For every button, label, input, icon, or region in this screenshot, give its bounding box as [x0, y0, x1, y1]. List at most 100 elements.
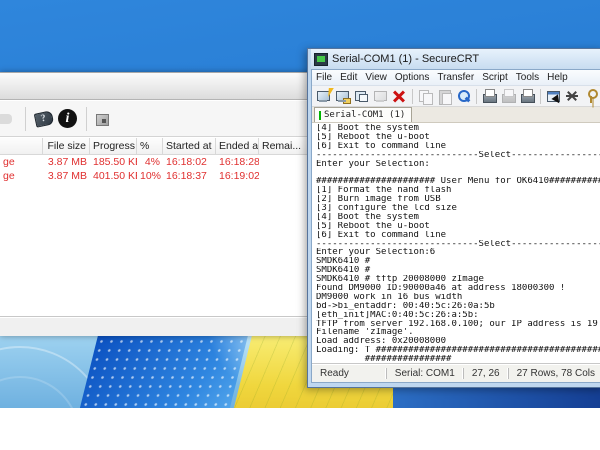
terminal-line: TFTP from server 192.168.0.100; our IP a… [316, 320, 600, 329]
terminal-line: [6] Exit to command line [316, 142, 600, 151]
terminal-line: [6] Exit to command line [316, 231, 600, 240]
copy-icon[interactable] [417, 88, 434, 105]
menu-item[interactable]: Script [478, 70, 512, 85]
column-header[interactable]: Ended at [216, 138, 259, 154]
cell-filename: ge [0, 170, 43, 184]
cell-file-size: 3.87 MB [43, 170, 90, 184]
cell-filename: ge [0, 156, 43, 170]
cell-started-at: 16:18:02 [163, 156, 216, 170]
terminal-line: [5] Reboot the u-boot [316, 133, 600, 142]
transfer-table: ge 3.87 MB 185.50 KB 4% 16:18:02 16:18:2… [0, 156, 320, 184]
terminal-line: [5] Reboot the u-boot [316, 222, 600, 231]
toolbar-separator [86, 107, 87, 131]
terminal-line: bd->bi_entaddr: 00:40:5c:26:0a:5b [316, 302, 600, 311]
cell-progress: 401.50 KB [90, 170, 137, 184]
terminal-line: ------------------------------Select----… [316, 151, 600, 160]
quick-connect-icon[interactable] [315, 88, 332, 105]
cell-ended-at: 16:19:02 [216, 170, 259, 184]
session-options-icon[interactable] [545, 88, 562, 105]
desktop: File sizeProgress%Started atEnded atRema… [0, 0, 600, 408]
tab-label: Serial-COM1 (1) [324, 110, 405, 120]
statusbar: Ready Serial: COM1 27, 26 27 Rows, 78 Co… [312, 363, 600, 382]
menu-item[interactable]: Transfer [433, 70, 478, 85]
ge[interactable]: ge 3.87 MB 185.50 KB 4% 16:18:02 16:18:2… [0, 156, 320, 170]
terminal-line: [3] configure the lcd size [316, 204, 600, 213]
column-header[interactable]: File size [43, 138, 90, 154]
terminal-line: [eth_init]MAC:0:40:5c:26:a:5b: [316, 311, 600, 320]
terminal-line: [2] Burn image from USB [316, 195, 600, 204]
menu-item[interactable]: Help [543, 70, 572, 85]
cell-percent: 10% [137, 170, 163, 184]
terminal-line: Load address: 0x20008000 [316, 337, 600, 346]
connected-indicator [319, 111, 321, 120]
terminal-line: Found DM9000 ID:90000a46 at address 1800… [316, 284, 600, 293]
find-icon[interactable] [455, 88, 472, 105]
cell-started-at: 16:18:37 [163, 170, 216, 184]
status-serial: Serial: COM1 [386, 368, 463, 379]
tab-strip: Serial-COM1 (1) [312, 107, 600, 123]
reconnect-icon[interactable] [372, 88, 389, 105]
upload-icon[interactable] [1, 110, 18, 127]
toolbar-separator [412, 89, 413, 104]
terminal-line: SMDK6410 # [316, 266, 600, 275]
terminal-line: [4] Boot the system [316, 124, 600, 133]
transfer-window-caption[interactable] [0, 73, 320, 100]
cell-percent: 4% [137, 156, 163, 170]
terminal-line: SMDK6410 # tftp 20008000 zImage [316, 275, 600, 284]
terminal-line: Filename 'zImage'. [316, 328, 600, 337]
terminal-line: ------------------------------Select----… [316, 240, 600, 249]
terminal-line: Enter your Selection: [316, 160, 600, 169]
connect-in-tab-icon[interactable] [353, 88, 370, 105]
cell-ended-at: 16:18:28 [216, 156, 259, 170]
keymap-icon[interactable] [583, 88, 600, 105]
column-header[interactable]: Started at [163, 138, 216, 154]
terminal-line: DM9000 work in 16 bus width [316, 293, 600, 302]
terminal-output[interactable]: [4] Boot the system[5] Reboot the u-boot… [312, 123, 600, 364]
print-setup-icon[interactable] [519, 88, 536, 105]
toolbar-separator [540, 89, 541, 104]
menu-item[interactable]: Edit [336, 70, 361, 85]
status-terminal-size: 27 Rows, 78 Cols [508, 368, 600, 379]
menu-item[interactable]: File [312, 70, 336, 85]
menu-item[interactable]: Tools [512, 70, 543, 85]
print-icon[interactable] [481, 88, 498, 105]
column-header[interactable]: Progress [90, 138, 137, 154]
paste-icon[interactable] [436, 88, 453, 105]
terminal-line: SMDK6410 # [316, 257, 600, 266]
terminal-line: Loading: T #############################… [316, 346, 600, 355]
status-ready: Ready [312, 368, 386, 379]
app-icon [314, 53, 328, 66]
terminal-line: [4] Boot the system [316, 213, 600, 222]
securecrt-window: Serial-COM1 (1) - SecureCRT FileEditView… [307, 48, 600, 388]
terminal-line: Enter your Selection:6 [316, 248, 600, 257]
securecrt-titlebar[interactable]: Serial-COM1 (1) - SecureCRT [311, 49, 600, 69]
help-book-icon[interactable] [33, 108, 55, 130]
menubar: FileEditViewOptionsTransferScriptToolsHe… [312, 70, 600, 86]
window-title: Serial-COM1 (1) - SecureCRT [332, 53, 479, 65]
toolbar-separator [476, 89, 477, 104]
minimize-to-tray-icon[interactable] [94, 111, 110, 127]
transfer-statusbar [0, 316, 320, 336]
connect-icon[interactable] [334, 88, 351, 105]
ge[interactable]: ge 3.87 MB 401.50 KB 10% 16:18:37 16:19:… [0, 170, 320, 184]
info-icon[interactable] [57, 108, 79, 130]
toolbar-separator [25, 107, 26, 131]
transfer-toolbar [0, 101, 320, 137]
column-header[interactable]: % [137, 138, 163, 154]
column-header[interactable] [0, 138, 43, 154]
toolbar [312, 86, 600, 107]
terminal-line: [1] Format the nand flash [316, 186, 600, 195]
menu-item[interactable]: View [361, 70, 391, 85]
tab-serial-com1[interactable]: Serial-COM1 (1) [314, 107, 412, 122]
cell-file-size: 3.87 MB [43, 156, 90, 170]
disconnect-icon[interactable] [391, 88, 408, 105]
securecrt-body: FileEditViewOptionsTransferScriptToolsHe… [311, 69, 600, 383]
transfer-table-header: File sizeProgress%Started atEnded atRema… [0, 138, 320, 155]
cell-progress: 185.50 KB [90, 156, 137, 170]
menu-item[interactable]: Options [391, 70, 433, 85]
terminal-line [316, 168, 600, 177]
global-options-icon[interactable] [564, 88, 581, 105]
transfer-tool-window: File sizeProgress%Started atEnded atRema… [0, 72, 320, 336]
status-cursor-position: 27, 26 [463, 368, 508, 379]
print-selection-icon[interactable] [500, 88, 517, 105]
